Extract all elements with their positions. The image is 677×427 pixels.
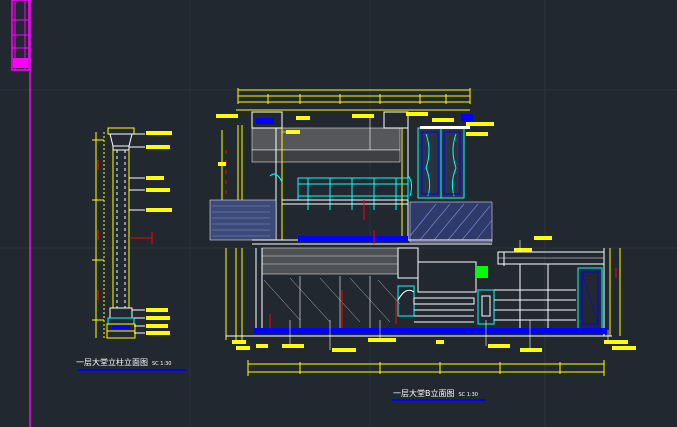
lobby-elevation-scale: SC 1:30 xyxy=(458,392,478,398)
lobby-elevation xyxy=(209,88,621,401)
column-elevation-title: 一层大堂立柱立面图 SC 1:30 xyxy=(76,357,171,368)
column-elevation-title-text: 一层大堂立柱立面图 xyxy=(76,358,148,367)
left-palette-strip xyxy=(11,0,31,427)
column-elevation-scale: SC 1:30 xyxy=(152,361,172,367)
cad-viewport[interactable]: 一层大堂立柱立面图 SC 1:30 一层大堂B立面图 SC 1:30 xyxy=(0,0,677,427)
lobby-elevation-title: 一层大堂B立面图 SC 1:30 xyxy=(393,388,478,399)
lobby-elevation-title-text: 一层大堂B立面图 xyxy=(393,389,455,398)
column-elevation xyxy=(78,127,186,371)
